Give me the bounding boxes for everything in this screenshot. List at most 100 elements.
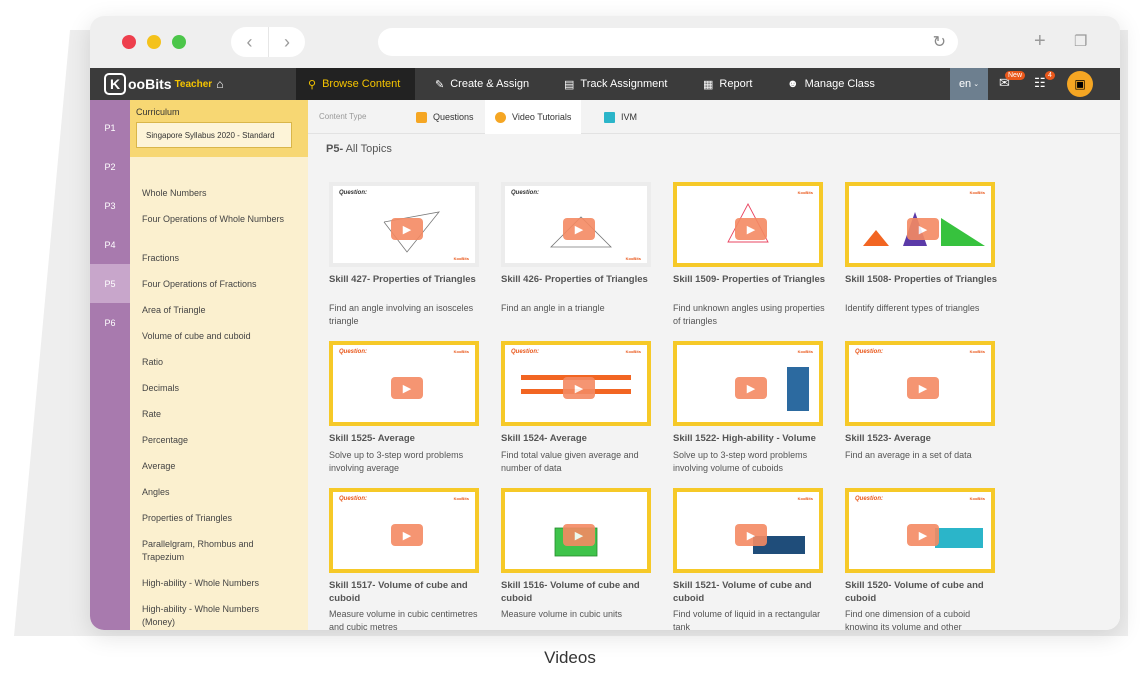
section-name: All Topics xyxy=(345,143,392,155)
topic-item[interactable]: Parallelgram, Rhombus and Trapezium xyxy=(142,538,292,563)
cart-icon[interactable]: ☷ xyxy=(1034,75,1046,91)
nav-label: Browse Content xyxy=(322,78,401,90)
video-thumbnail[interactable]: Question: KooBits ▶ xyxy=(329,488,479,573)
play-icon: ▶ xyxy=(907,377,939,399)
card-description: Find an angle in a triangle xyxy=(501,303,605,313)
grade-item[interactable]: P1 xyxy=(90,108,130,147)
topic-item[interactable]: Decimals xyxy=(142,382,292,395)
cart-count-badge: 4 xyxy=(1045,71,1055,80)
language-value: en xyxy=(958,78,972,90)
avatar[interactable]: ▣ xyxy=(1067,71,1093,97)
tab-questions[interactable]: Questions xyxy=(406,100,484,134)
language-select[interactable]: en ⌄ xyxy=(950,68,988,100)
maximize-dot[interactable] xyxy=(172,35,186,49)
topic-item[interactable]: Volume of cube and cuboid xyxy=(142,330,292,343)
grade-item[interactable]: P2 xyxy=(90,147,130,186)
topic-item[interactable]: Four Operations of Fractions xyxy=(142,278,292,291)
tabs-overview-icon[interactable]: ❐ xyxy=(1074,32,1087,50)
grade-sidebar: P1 P2 P3 P4 P5 P6 xyxy=(90,100,130,630)
card-description: Find an average in a set of data xyxy=(845,450,972,460)
thumb-brand: KooBits xyxy=(969,349,985,354)
topic-item[interactable]: Area of Triangle xyxy=(142,304,292,317)
app-navbar: K ooBits Teacher ⌂ ⚲ Browse Content ✎ Crea… xyxy=(90,68,1120,100)
card-title: Skill 426- Properties of Triangles xyxy=(501,274,648,285)
topic-item[interactable]: Four Operations of Whole Numbers xyxy=(142,213,292,226)
topic-item[interactable]: Whole Numbers xyxy=(142,187,292,200)
minimize-dot[interactable] xyxy=(147,35,161,49)
reload-icon[interactable]: ↻ xyxy=(933,32,946,52)
card-title: Skill 1521- Volume of cube and cuboid xyxy=(673,580,812,604)
card-title: Skill 427- Properties of Triangles xyxy=(329,274,476,285)
section-title: P5- All Topics xyxy=(326,143,392,155)
tab-label: Video Tutorials xyxy=(512,112,572,122)
user-icon: ▣ xyxy=(1074,77,1086,91)
logo-subtitle: Teacher xyxy=(174,78,213,90)
play-icon: ▶ xyxy=(391,524,423,546)
content-type-bar: Content Type Questions Video Tutorials I… xyxy=(308,100,1120,134)
tab-video-tutorials[interactable]: Video Tutorials xyxy=(485,100,582,134)
grade-item[interactable]: P3 xyxy=(90,186,130,225)
content-type-label: Content Type xyxy=(319,112,367,121)
video-thumbnail[interactable]: KooBits ▶ xyxy=(673,182,823,267)
topic-item[interactable]: Average xyxy=(142,460,292,473)
grade-item[interactable]: P4 xyxy=(90,225,130,264)
video-thumbnail[interactable]: Question: ▶ KooBits xyxy=(501,182,651,267)
topic-item[interactable]: Ratio xyxy=(142,356,292,369)
topic-item[interactable]: High-ability - Whole Numbers xyxy=(142,577,292,590)
video-thumbnail[interactable]: KooBits ▶ xyxy=(845,182,995,267)
card-title: Skill 1525- Average xyxy=(329,433,415,444)
card-description: Find volume of liquid in a rectangular t… xyxy=(673,609,821,630)
play-circle-icon xyxy=(495,111,506,123)
koobits-logo[interactable]: K ooBits Teacher ⌂ xyxy=(104,72,223,96)
topic-item[interactable]: Fractions xyxy=(142,252,292,265)
nav-label: Report xyxy=(719,78,753,90)
thumb-question-label: Question: xyxy=(339,496,367,502)
curriculum-sidebar: Curriculum Singapore Syllabus 2020 - Sta… xyxy=(130,100,308,630)
history-nav: ‹ › xyxy=(231,27,305,57)
play-icon: ▶ xyxy=(735,524,767,546)
play-icon: ▶ xyxy=(391,377,423,399)
video-thumbnail[interactable]: Question: KooBits ▶ xyxy=(845,341,995,426)
card-description: Find unknown angles using properties of … xyxy=(673,303,825,326)
topic-item[interactable]: Properties of Triangles xyxy=(142,512,292,525)
close-dot[interactable] xyxy=(122,35,136,49)
nav-browse-content[interactable]: ⚲ Browse Content xyxy=(296,68,415,100)
video-thumbnail[interactable]: Question: ▶ KooBits xyxy=(329,182,479,267)
logo-mark: K xyxy=(104,73,126,95)
video-thumbnail[interactable]: KooBits ▶ xyxy=(673,341,823,426)
nav-create-assign[interactable]: ✎ Create & Assign xyxy=(435,68,529,100)
topic-item[interactable]: High-ability - Whole Numbers (Money) xyxy=(142,603,292,628)
users-icon: ☻ xyxy=(787,78,799,90)
play-icon: ▶ xyxy=(563,377,595,399)
nav-report[interactable]: ▦ Report xyxy=(703,68,752,100)
new-badge: New xyxy=(1005,71,1026,80)
topic-item[interactable]: Rate xyxy=(142,408,292,421)
tab-label: Questions xyxy=(433,112,474,122)
video-thumbnail[interactable]: KooBits ▶ xyxy=(673,488,823,573)
new-tab-icon[interactable]: + xyxy=(1034,30,1046,53)
curriculum-header: Curriculum Singapore Syllabus 2020 - Sta… xyxy=(130,100,308,157)
nav-label: Manage Class xyxy=(804,78,875,90)
play-icon: ▶ xyxy=(735,218,767,240)
topic-item[interactable]: Angles xyxy=(142,486,292,499)
nav-manage-class[interactable]: ☻ Manage Class xyxy=(787,68,875,100)
questions-icon xyxy=(416,111,427,123)
video-thumbnail[interactable]: Question: KooBits ▶ xyxy=(845,488,995,573)
thumb-brand: KooBits xyxy=(453,496,469,501)
tab-ivm[interactable]: IVM xyxy=(594,100,647,134)
address-bar[interactable]: ↻ xyxy=(378,28,958,56)
video-thumbnail[interactable]: ▶ xyxy=(501,488,651,573)
curriculum-select[interactable]: Singapore Syllabus 2020 - Standard xyxy=(136,122,292,148)
cube-icon xyxy=(604,111,615,123)
back-icon[interactable]: ‹ xyxy=(231,27,268,57)
forward-icon[interactable]: › xyxy=(268,27,305,57)
card-title: Skill 1523- Average xyxy=(845,433,931,444)
nav-track-assignment[interactable]: ▤ Track Assignment xyxy=(564,68,667,100)
card-title: Skill 1509- Properties of Triangles xyxy=(673,274,826,285)
grade-item-active[interactable]: P5 xyxy=(90,264,130,303)
thumb-brand: KooBits xyxy=(453,349,469,354)
topic-item[interactable]: Percentage xyxy=(142,434,292,447)
video-thumbnail[interactable]: Question: KooBits ▶ xyxy=(329,341,479,426)
grade-item[interactable]: P6 xyxy=(90,303,130,342)
video-thumbnail[interactable]: Question: KooBits ▶ xyxy=(501,341,651,426)
